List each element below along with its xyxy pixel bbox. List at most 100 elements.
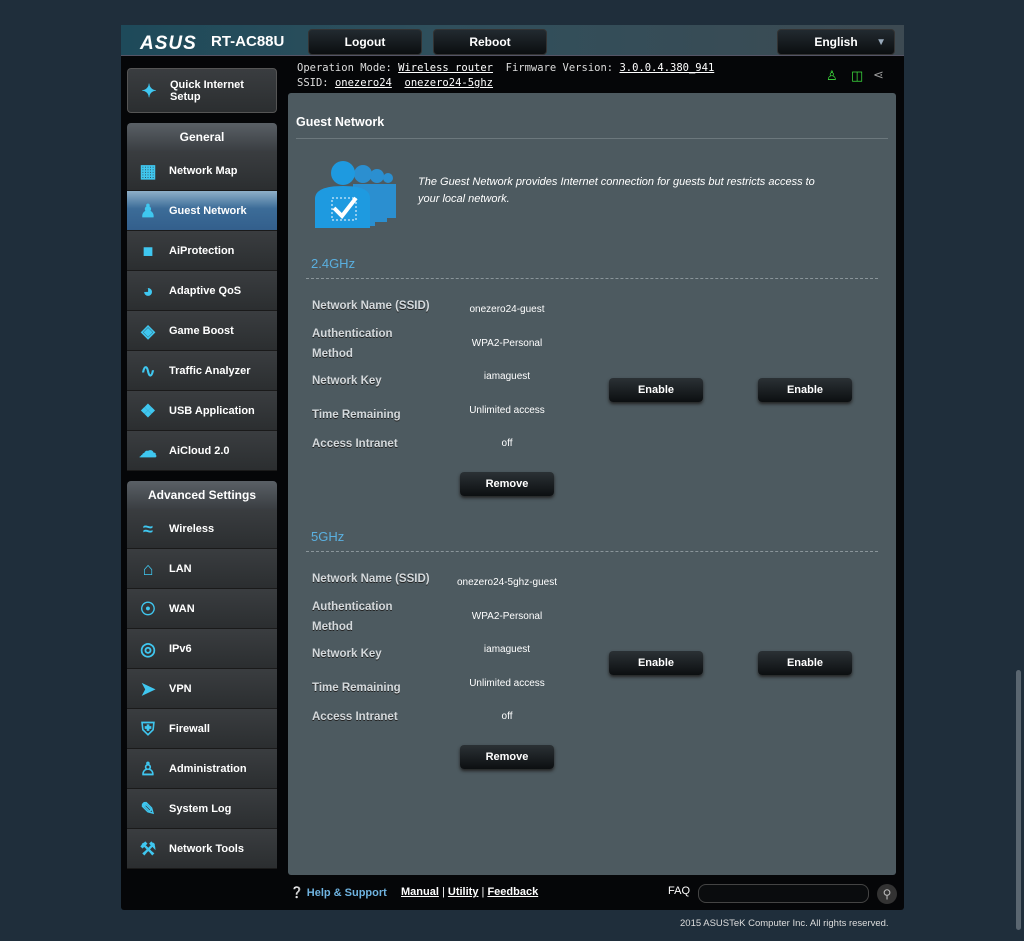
band-title: 5GHz bbox=[311, 529, 345, 544]
faq-label: FAQ bbox=[668, 885, 691, 897]
op-mode-link[interactable]: Wireless router bbox=[398, 62, 493, 74]
time-label: Time Remaining bbox=[312, 682, 401, 694]
globe-icon: ☉ bbox=[139, 598, 157, 619]
usb-icon[interactable]: ⋖ bbox=[873, 67, 884, 83]
ssid-info: SSID: onezero24 onezero24-5ghz bbox=[297, 77, 494, 89]
home-icon: ⌂ bbox=[142, 558, 154, 579]
reboot-button[interactable]: Reboot bbox=[433, 29, 547, 55]
asus-logo: ASUS bbox=[140, 33, 197, 54]
operation-mode: Operation Mode: Wireless router Firmware… bbox=[297, 62, 715, 74]
logout-button[interactable]: Logout bbox=[308, 29, 422, 55]
key-label: Network Key bbox=[312, 648, 382, 660]
cloud-icon: ☁ bbox=[139, 440, 157, 461]
chevron-down-icon: ▼ bbox=[876, 36, 886, 48]
manual-link[interactable]: Manual bbox=[401, 886, 439, 898]
search-icon[interactable]: ⚲ bbox=[877, 884, 897, 904]
auth-value: WPA2-Personal bbox=[471, 611, 543, 622]
sidebar-item-adaptive-qos[interactable]: ◕ Adaptive QoS bbox=[127, 271, 277, 311]
lock-icon: ■ bbox=[142, 240, 154, 261]
gauge-icon: ◕ bbox=[142, 280, 154, 301]
time-value: Unlimited access bbox=[469, 405, 545, 416]
intranet-value: off bbox=[501, 711, 513, 722]
user-icon[interactable]: ♙ bbox=[826, 68, 838, 84]
sidebar-item-vpn[interactable]: ➤ VPN bbox=[127, 669, 277, 709]
ssid-link-2[interactable]: onezero24-5ghz bbox=[405, 77, 494, 89]
sidebar-item-wireless[interactable]: ≈ Wireless bbox=[127, 509, 277, 549]
sidebar-item-aiprotection[interactable]: ■ AiProtection bbox=[127, 231, 277, 271]
help-icon: ❔ bbox=[290, 887, 304, 899]
quick-internet-setup[interactable]: ✦ Quick Internet Setup bbox=[127, 68, 277, 113]
scrollbar[interactable] bbox=[1016, 670, 1021, 930]
tools-icon: ⚒ bbox=[139, 838, 157, 859]
band-divider bbox=[306, 278, 878, 279]
sidebar-item-network-map[interactable]: ▦ Network Map bbox=[127, 151, 277, 191]
auth-label-2: Method bbox=[312, 348, 353, 360]
chart-icon: ∿ bbox=[140, 360, 156, 381]
sidebar-item-lan[interactable]: ⌂ LAN bbox=[127, 549, 277, 589]
remove-button[interactable]: Remove bbox=[460, 472, 554, 496]
feedback-link[interactable]: Feedback bbox=[487, 886, 538, 898]
sidebar-item-wan[interactable]: ☉ WAN bbox=[127, 589, 277, 629]
enable-button-2[interactable]: Enable bbox=[758, 651, 852, 675]
intranet-label: Access Intranet bbox=[312, 438, 398, 450]
description: The Guest Network provides Internet conn… bbox=[418, 176, 815, 205]
time-value: Unlimited access bbox=[469, 678, 545, 689]
admin-icon: ♙ bbox=[139, 758, 157, 779]
auth-label-2: Method bbox=[312, 621, 353, 633]
band-title: 2.4GHz bbox=[311, 256, 356, 271]
auth-value: WPA2-Personal bbox=[471, 338, 543, 349]
guest-network-icon bbox=[315, 161, 396, 228]
ssid-label: Network Name (SSID) bbox=[312, 300, 430, 312]
ssid-label: Network Name (SSID) bbox=[312, 573, 430, 585]
puzzle-icon: ❖ bbox=[139, 400, 157, 421]
firmware-link[interactable]: 3.0.0.4.380_941 bbox=[619, 62, 714, 74]
model-name: RT-AC88U bbox=[211, 33, 285, 50]
language-select[interactable]: English ▼ bbox=[777, 29, 895, 55]
sidebar-item-ipv6[interactable]: ◎ IPv6 bbox=[127, 629, 277, 669]
key-value: iamaguest bbox=[483, 644, 531, 655]
sidebar-item-network-tools[interactable]: ⚒ Network Tools bbox=[127, 829, 277, 869]
enable-button-1[interactable]: Enable bbox=[609, 378, 703, 402]
title-divider bbox=[296, 138, 888, 139]
sidebar-item-system-log[interactable]: ✎ System Log bbox=[127, 789, 277, 829]
gamepad-icon: ◈ bbox=[141, 320, 155, 341]
footer-links: Manual | Utility | Feedback bbox=[401, 886, 539, 898]
copyright: 2015 ASUSTeK Computer Inc. All rights re… bbox=[680, 918, 889, 929]
ssid-value: onezero24-guest bbox=[469, 304, 545, 315]
network-map-icon: ▦ bbox=[139, 160, 157, 181]
time-label: Time Remaining bbox=[312, 409, 401, 421]
general-header: General bbox=[127, 123, 277, 151]
sidebar-item-firewall[interactable]: ⛨ Firewall bbox=[127, 709, 277, 749]
advanced-header: Advanced Settings bbox=[127, 481, 277, 509]
ipv6-icon: ◎ bbox=[140, 638, 156, 659]
enable-button-2[interactable]: Enable bbox=[758, 378, 852, 402]
intranet-label: Access Intranet bbox=[312, 711, 398, 723]
language-value: English bbox=[814, 35, 858, 49]
key-value: iamaguest bbox=[483, 371, 531, 382]
faq-search-input[interactable] bbox=[698, 884, 869, 903]
sidebar-item-aicloud-2-0[interactable]: ☁ AiCloud 2.0 bbox=[127, 431, 277, 471]
ssid-link-1[interactable]: onezero24 bbox=[335, 77, 392, 89]
shield-icon: ⛨ bbox=[141, 718, 155, 739]
guest-icon: ♟ bbox=[139, 200, 157, 221]
key-label: Network Key bbox=[312, 375, 382, 387]
sidebar-item-usb-application[interactable]: ❖ USB Application bbox=[127, 391, 277, 431]
auth-label: Authentication bbox=[312, 328, 393, 340]
sidebar-item-traffic-analyzer[interactable]: ∿ Traffic Analyzer bbox=[127, 351, 277, 391]
enable-button-1[interactable]: Enable bbox=[609, 651, 703, 675]
sidebar-item-administration[interactable]: ♙ Administration bbox=[127, 749, 277, 789]
intranet-value: off bbox=[501, 438, 513, 449]
utility-link[interactable]: Utility bbox=[448, 886, 479, 898]
ssid-value: onezero24-5ghz-guest bbox=[456, 577, 558, 588]
vpn-icon: ➤ bbox=[140, 678, 156, 699]
page-title: Guest Network bbox=[296, 115, 385, 129]
network-icon[interactable]: ◫ bbox=[851, 68, 863, 84]
remove-button[interactable]: Remove bbox=[460, 745, 554, 769]
help-support[interactable]: ❔ Help & Support bbox=[290, 886, 387, 899]
sidebar-item-game-boost[interactable]: ◈ Game Boost bbox=[127, 311, 277, 351]
log-icon: ✎ bbox=[140, 798, 156, 819]
wifi-icon: ≈ bbox=[143, 518, 153, 539]
auth-label: Authentication bbox=[312, 601, 393, 613]
sidebar-item-guest-network[interactable]: ♟ Guest Network bbox=[127, 191, 277, 231]
magic-wand-icon: ✦ bbox=[141, 80, 157, 101]
